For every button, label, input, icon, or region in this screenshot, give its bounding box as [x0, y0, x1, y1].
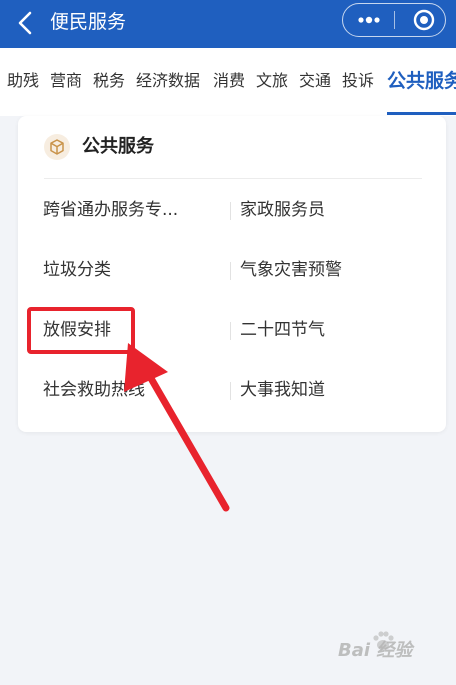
- tab-tax[interactable]: 税务: [93, 70, 125, 92]
- mini-program-capsule: [342, 3, 446, 37]
- service-social-assistance[interactable]: 社会救助热线: [43, 378, 223, 402]
- more-dots-icon[interactable]: [357, 16, 381, 24]
- watermark-text: Bai 经验: [338, 640, 413, 661]
- close-target-icon[interactable]: [413, 9, 435, 31]
- tab-transport[interactable]: 交通: [299, 70, 331, 92]
- service-garbage-sorting[interactable]: 垃圾分类: [43, 258, 223, 282]
- tab-public-services[interactable]: 公共服务: [387, 68, 456, 94]
- service-major-events[interactable]: 大事我知道: [240, 378, 325, 402]
- service-solar-terms[interactable]: 二十四节气: [240, 318, 325, 342]
- tab-economic-data[interactable]: 经济数据: [136, 70, 200, 92]
- public-services-card: 公共服务 跨省通办服务专... 家政服务员 垃圾分类 气象灾害预警 放假安排 二…: [18, 116, 446, 432]
- column-separator: [230, 262, 231, 280]
- column-separator: [230, 322, 231, 340]
- annotation-highlight-box: [27, 307, 135, 354]
- title-bar: 便民服务: [0, 0, 456, 48]
- tab-business[interactable]: 营商: [50, 70, 82, 92]
- page-title: 便民服务: [50, 11, 127, 33]
- service-interprovincial[interactable]: 跨省通办服务专...: [43, 198, 223, 222]
- tab-consumption[interactable]: 消费: [213, 70, 245, 92]
- tab-culture-tourism[interactable]: 文旅: [256, 70, 288, 92]
- tab-complaints[interactable]: 投诉: [342, 70, 374, 92]
- service-weather-warning[interactable]: 气象灾害预警: [240, 258, 342, 282]
- active-tab-indicator: [387, 112, 456, 115]
- box-icon: [44, 134, 70, 160]
- column-separator: [230, 202, 231, 220]
- card-divider: [44, 178, 422, 179]
- back-arrow-icon[interactable]: [14, 10, 38, 36]
- column-separator: [230, 382, 231, 400]
- category-tabs: 助残 营商 税务 经济数据 消费 文旅 交通 投诉 公共服务: [0, 48, 456, 116]
- service-domestic-worker[interactable]: 家政服务员: [240, 198, 325, 222]
- tab-disability[interactable]: 助残: [7, 70, 39, 92]
- capsule-divider: [394, 11, 395, 29]
- card-title: 公共服务: [82, 136, 154, 157]
